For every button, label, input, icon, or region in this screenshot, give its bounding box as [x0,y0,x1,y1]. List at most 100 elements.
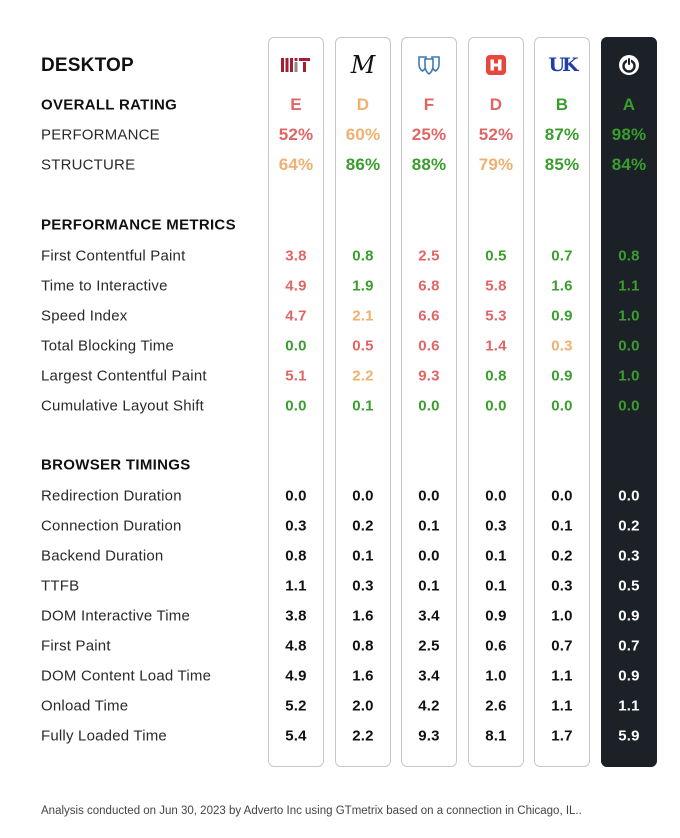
metric-value: 3.8 [285,247,307,265]
metric-value: 0.1 [352,397,374,415]
metric-value: 0.0 [285,397,307,415]
m-script-logo: M [350,51,376,79]
timing-value: 0.3 [485,517,507,535]
timing-value: 0.1 [418,517,440,535]
metric-value: 5.8 [485,277,507,295]
timing-value: 0.7 [618,637,640,655]
row-label: Redirection Duration [41,487,182,505]
metric-value: 1.6 [551,277,573,295]
timing-value: 0.3 [352,577,374,595]
metric-value: 9.3 [418,367,440,385]
timing-value: 1.0 [551,607,573,625]
timing-value: 0.7 [551,637,573,655]
grade-value: B [555,95,569,114]
timing-value: 4.8 [285,637,307,655]
row-label: DOM Interactive Time [41,607,191,625]
timing-value: 0.1 [485,547,507,565]
timing-value: 3.4 [418,607,440,625]
row-label: TTFB [41,577,80,595]
timing-value: 0.3 [551,577,573,595]
uk-logo: UK [548,54,578,76]
metric-value: 0.6 [418,337,440,355]
row-label: Backend Duration [41,547,164,565]
row-label: Fully Loaded Time [41,727,167,745]
metric-value: 2.2 [352,367,374,385]
score-value: 52% [478,125,514,144]
score-value: 64% [278,155,314,174]
row-label: Cumulative Layout Shift [41,397,205,415]
score-value: 87% [544,125,580,144]
metric-value: 6.6 [418,307,440,325]
mit-logo [268,50,324,80]
timing-value: 0.5 [618,577,640,595]
timing-value: 0.3 [285,517,307,535]
timing-value: 0.8 [352,637,374,655]
row-label: STRUCTURE [41,156,136,174]
timing-value: 0.6 [485,637,507,655]
metric-value: 0.0 [285,337,307,355]
metric-value: 5.3 [485,307,507,325]
timing-value: 0.9 [618,607,640,625]
metric-value: 1.0 [618,307,640,325]
timing-value: 0.3 [618,547,640,565]
metric-value: 2.5 [418,247,440,265]
timing-value: 5.2 [285,697,307,715]
grade-value: F [423,95,435,114]
grade-value: E [290,95,302,114]
timing-value: 0.2 [352,517,374,535]
metric-value: 4.9 [285,277,307,295]
timing-value: 2.6 [485,697,507,715]
score-value: 52% [278,125,314,144]
metric-value: 0.5 [352,337,374,355]
timing-value: 5.4 [285,727,307,745]
metric-value: 1.4 [485,337,507,355]
page-title: DESKTOP [41,55,134,76]
timing-value: 0.0 [485,487,507,505]
timing-value: 2.2 [352,727,374,745]
timing-value: 0.1 [418,577,440,595]
metric-value: 1.9 [352,277,374,295]
timing-value: 0.9 [485,607,507,625]
row-label: Largest Contentful Paint [41,367,207,385]
h-logo [468,50,524,80]
metric-value: 0.0 [618,397,640,415]
metric-value: 0.3 [551,337,573,355]
timing-value: 0.0 [352,487,374,505]
row-label: PERFORMANCE [41,126,160,144]
performance-metrics-header: PERFORMANCE METRICS [41,216,236,234]
timing-value: 2.5 [418,637,440,655]
timing-value: 9.3 [418,727,440,745]
metric-value: 0.9 [551,367,573,385]
row-label: DOM Content Load Time [41,667,212,685]
timing-value: 0.0 [418,547,440,565]
metric-value: 0.0 [551,397,573,415]
row-label: Total Blocking Time [41,337,175,355]
timing-value: 0.0 [551,487,573,505]
timing-value: 0.0 [418,487,440,505]
row-label: Time to Interactive [41,277,168,295]
score-value: 88% [411,155,447,174]
metric-value: 0.5 [485,247,507,265]
timing-value: 0.1 [551,517,573,535]
metric-value: 0.7 [551,247,573,265]
score-value: 25% [411,125,447,144]
metric-value: 4.7 [285,307,307,325]
timing-value: 1.6 [352,667,374,685]
row-label: Connection Duration [41,517,182,535]
timing-value: 1.6 [352,607,374,625]
timing-value: 2.0 [352,697,374,715]
timing-value: 0.1 [352,547,374,565]
timing-value: 1.1 [618,697,640,715]
timing-value: 3.4 [418,667,440,685]
timing-value: 1.0 [485,667,507,685]
timing-value: 1.7 [551,727,573,745]
timing-value: 1.1 [551,667,573,685]
timing-value: 0.0 [618,487,640,505]
timing-value: 0.1 [485,577,507,595]
score-value: 86% [345,155,381,174]
timing-value: 0.9 [618,667,640,685]
grade-value: A [622,95,636,114]
score-value: 84% [611,155,647,174]
metric-value: 1.0 [618,367,640,385]
metric-value: 0.0 [418,397,440,415]
